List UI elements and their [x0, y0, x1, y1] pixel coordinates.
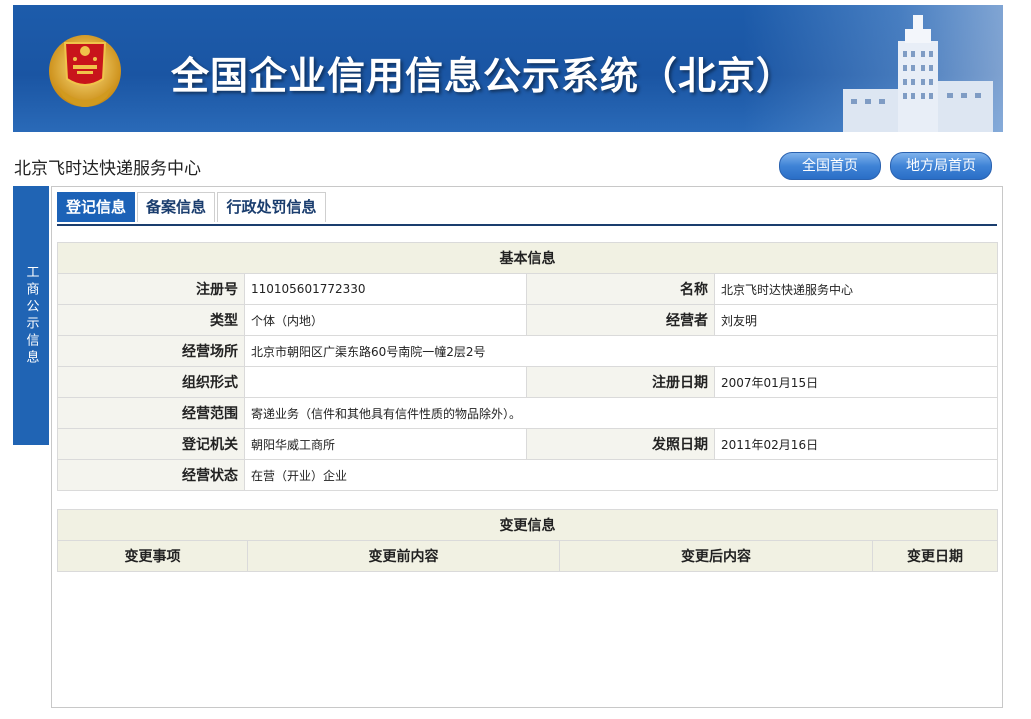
name-value: 北京飞时达快递服务中心: [714, 273, 998, 305]
authority-label: 登记机关: [57, 428, 245, 460]
table-row: 登记机关 朝阳华威工商所 发照日期 2011年02月16日: [57, 428, 998, 460]
status-label: 经营状态: [57, 459, 245, 491]
status-value: 在营（开业）企业: [244, 459, 998, 491]
table-header-row: 变更事项 变更前内容 变更后内容 变更日期: [57, 540, 998, 572]
table-row: 组织形式 注册日期 2007年01月15日: [57, 366, 998, 398]
side-tab-business-publicity[interactable]: 工商公示信息: [13, 186, 49, 445]
table-row: 注册号 110105601772330 名称 北京飞时达快递服务中心: [57, 273, 998, 305]
side-tab-label: 工商公示信息: [23, 264, 39, 367]
table-row: 经营范围 寄递业务（信件和其他具有信件性质的物品除外）。: [57, 397, 998, 429]
operator-value: 刘友明: [714, 304, 998, 336]
issue-date-label: 发照日期: [526, 428, 715, 460]
national-home-button[interactable]: 全国首页: [779, 152, 881, 180]
column-header-change-item: 变更事项: [57, 540, 248, 572]
scope-value: 寄递业务（信件和其他具有信件性质的物品除外）。: [244, 397, 998, 429]
change-info-title: 变更信息: [57, 509, 998, 541]
reg-date-value: 2007年01月15日: [714, 366, 998, 398]
type-label: 类型: [57, 304, 245, 336]
column-header-change-date: 变更日期: [872, 540, 998, 572]
content-panel: 登记信息 备案信息 行政处罚信息 基本信息 注册号 11010560177233…: [51, 186, 1003, 708]
reg-no-value: 110105601772330: [244, 273, 527, 305]
authority-value: 朝阳华威工商所: [244, 428, 527, 460]
type-value: 个体（内地）: [244, 304, 527, 336]
tab-registration-info[interactable]: 登记信息: [57, 192, 135, 222]
tab-filing-info[interactable]: 备案信息: [137, 192, 215, 222]
table-row: 经营状态 在营（开业）企业: [57, 459, 998, 491]
banner-title: 全国企业信用信息公示系统（北京）: [171, 54, 796, 98]
table-row: 类型 个体（内地） 经营者 刘友明: [57, 304, 998, 336]
tab-administrative-penalty-info[interactable]: 行政处罚信息: [217, 192, 326, 222]
company-name: 北京飞时达快递服务中心: [14, 159, 201, 179]
column-header-before: 变更前内容: [247, 540, 560, 572]
operator-label: 经营者: [526, 304, 715, 336]
tab-bar: 登记信息 备案信息 行政处罚信息: [57, 192, 997, 226]
issue-date-value: 2011年02月16日: [714, 428, 998, 460]
org-form-value: [244, 366, 527, 398]
banner: 全国企业信用信息公示系统（北京）: [13, 5, 1003, 132]
change-info-table: 变更信息 变更事项 变更前内容 变更后内容 变更日期: [57, 509, 998, 572]
address-value: 北京市朝阳区广渠东路60号南院一幢2层2号: [244, 335, 998, 367]
org-form-label: 组织形式: [57, 366, 245, 398]
table-row: 经营场所 北京市朝阳区广渠东路60号南院一幢2层2号: [57, 335, 998, 367]
reg-date-label: 注册日期: [526, 366, 715, 398]
address-label: 经营场所: [57, 335, 245, 367]
national-emblem-icon: [49, 35, 121, 107]
building-icon: [843, 15, 993, 132]
basic-info-table: 基本信息 注册号 110105601772330 名称 北京飞时达快递服务中心 …: [57, 242, 998, 491]
name-label: 名称: [526, 273, 715, 305]
local-home-button[interactable]: 地方局首页: [890, 152, 992, 180]
column-header-after: 变更后内容: [559, 540, 873, 572]
basic-info-title: 基本信息: [57, 242, 998, 274]
scope-label: 经营范围: [57, 397, 245, 429]
reg-no-label: 注册号: [57, 273, 245, 305]
